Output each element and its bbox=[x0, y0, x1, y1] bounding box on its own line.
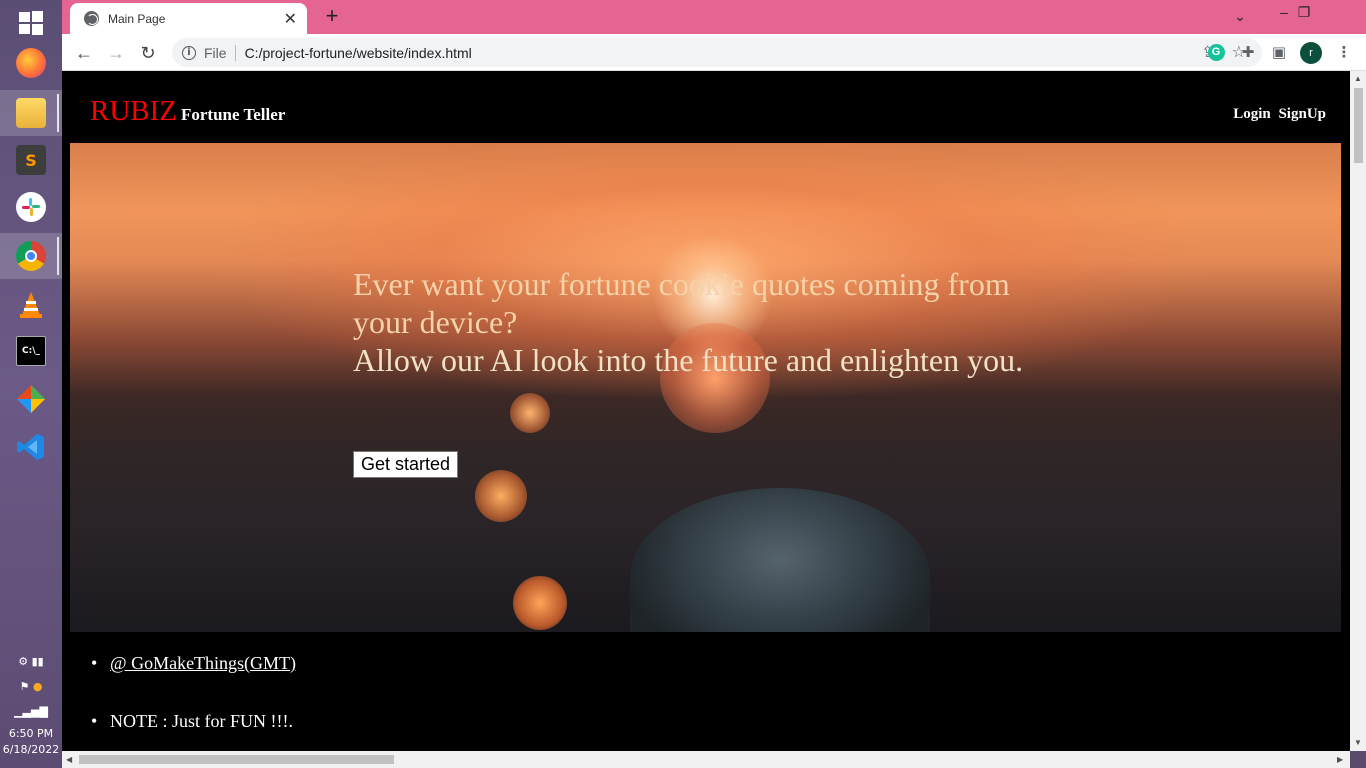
side-panel-icon[interactable]: ▣ bbox=[1268, 42, 1290, 64]
forward-button[interactable]: → bbox=[103, 40, 129, 66]
terminal-icon: C:\_ bbox=[16, 336, 46, 366]
close-tab-icon[interactable]: ✕ bbox=[284, 9, 297, 29]
globe-icon bbox=[84, 11, 99, 26]
gomakethings-link[interactable]: @ GoMakeThings(GMT) bbox=[110, 653, 296, 673]
url-scheme-chip: File bbox=[204, 44, 236, 61]
sublime-icon: S bbox=[16, 145, 46, 175]
signup-link[interactable]: SignUp bbox=[1278, 106, 1326, 122]
network-icon[interactable]: ▁▃▅▇ bbox=[0, 705, 62, 718]
site-header: RUBIZ Fortune Teller Login SignUp bbox=[62, 71, 1350, 143]
new-tab-button[interactable]: + bbox=[320, 4, 344, 28]
vertical-scrollbar[interactable]: ▲ ▼ bbox=[1350, 71, 1366, 751]
taskbar-firefox[interactable] bbox=[0, 40, 62, 86]
list-item: @ GoMakeThings(GMT) bbox=[91, 653, 296, 674]
horizontal-scroll-thumb[interactable] bbox=[79, 755, 394, 764]
extensions-icon[interactable]: ✚ bbox=[1237, 42, 1259, 64]
scroll-down-arrow[interactable]: ▼ bbox=[1354, 738, 1362, 747]
taskbar-terminal[interactable]: C:\_ bbox=[0, 328, 62, 374]
tray-icons-2[interactable]: ⚑ ● bbox=[0, 680, 62, 693]
tray-icons[interactable]: ⚙ ▮▮ bbox=[0, 655, 62, 668]
horizontal-scrollbar[interactable]: ◀ ▶ bbox=[62, 751, 1350, 768]
footer-note: NOTE : Just for FUN !!!. bbox=[91, 711, 293, 732]
taskbar-vlc[interactable] bbox=[0, 282, 62, 328]
brand-subtitle: Fortune Teller bbox=[181, 105, 286, 124]
get-started-button[interactable]: Get started bbox=[353, 451, 459, 478]
hero-heading-line1: Ever want your fortune cookie quotes com… bbox=[353, 266, 1010, 340]
clock-time[interactable]: 6:50 PM bbox=[0, 727, 62, 740]
tab-title: Main Page bbox=[108, 11, 166, 26]
login-link[interactable]: Login bbox=[1233, 106, 1271, 122]
tab-search-icon[interactable]: ⌄ bbox=[1228, 4, 1252, 28]
slack-icon bbox=[16, 192, 46, 222]
vertical-scroll-thumb[interactable] bbox=[1354, 88, 1363, 163]
menu-icon[interactable]: ⋮ bbox=[1333, 42, 1355, 64]
scroll-right-arrow[interactable]: ▶ bbox=[1337, 755, 1343, 764]
browser-tab-strip: Main Page ✕ + ⌄ – ❐ ✕ bbox=[62, 0, 1366, 34]
hero-text: Ever want your fortune cookie quotes com… bbox=[353, 265, 1058, 379]
reload-button[interactable]: ↻ bbox=[135, 40, 161, 66]
bokeh-light bbox=[510, 393, 550, 433]
windows-icon bbox=[19, 11, 43, 35]
taskbar-git[interactable] bbox=[0, 376, 62, 422]
vlc-icon bbox=[20, 292, 42, 318]
taskbar-chrome[interactable] bbox=[0, 233, 62, 279]
site-footer: @ GoMakeThings(GMT) NOTE : Just for FUN … bbox=[62, 632, 1350, 751]
site-brand[interactable]: RUBIZ Fortune Teller bbox=[90, 95, 285, 128]
auth-links: Login SignUp bbox=[1229, 106, 1326, 123]
chrome-icon bbox=[16, 241, 46, 271]
hero-heading-line2: Allow our AI look into the future and en… bbox=[353, 342, 1024, 378]
firefox-icon bbox=[16, 48, 46, 78]
address-bar[interactable]: i File C:/project-fortune/website/index.… bbox=[172, 38, 1262, 67]
hero-banner: Ever want your fortune cookie quotes com… bbox=[70, 143, 1341, 632]
profile-avatar[interactable]: r bbox=[1300, 42, 1322, 64]
bokeh-light bbox=[475, 470, 527, 522]
taskbar-vscode[interactable] bbox=[0, 424, 62, 470]
restore-button[interactable]: ❐ bbox=[1290, 0, 1318, 24]
bokeh-light bbox=[513, 576, 567, 630]
git-icon bbox=[17, 385, 45, 413]
brand-logo-text: RUBIZ bbox=[90, 95, 177, 127]
taskbar-sublime[interactable]: S bbox=[0, 137, 62, 183]
clock-date[interactable]: 6/18/2022 bbox=[0, 743, 62, 756]
vscode-icon bbox=[17, 434, 44, 460]
taskbar-slack[interactable] bbox=[0, 184, 62, 230]
page-viewport: RUBIZ Fortune Teller Login SignUp Ever wa… bbox=[62, 71, 1350, 751]
grammarly-icon[interactable]: G bbox=[1205, 42, 1227, 64]
windows-taskbar: S C:\_ ⚙ ▮▮ ⚑ ● ▁▃▅▇ 6:50 PM 6/18/2022 bbox=[0, 0, 62, 768]
info-icon[interactable]: i bbox=[182, 45, 196, 60]
taskbar-file-explorer[interactable] bbox=[0, 90, 62, 136]
folder-icon bbox=[16, 98, 46, 128]
scroll-up-arrow[interactable]: ▲ bbox=[1354, 74, 1362, 83]
scroll-left-arrow[interactable]: ◀ bbox=[66, 755, 72, 764]
browser-toolbar: ← → ↻ i File C:/project-fortune/website/… bbox=[62, 34, 1366, 71]
browser-tab[interactable]: Main Page ✕ bbox=[70, 3, 307, 34]
url-text[interactable]: C:/project-fortune/website/index.html bbox=[245, 45, 472, 61]
back-button[interactable]: ← bbox=[71, 40, 97, 66]
jar-image bbox=[630, 488, 930, 632]
